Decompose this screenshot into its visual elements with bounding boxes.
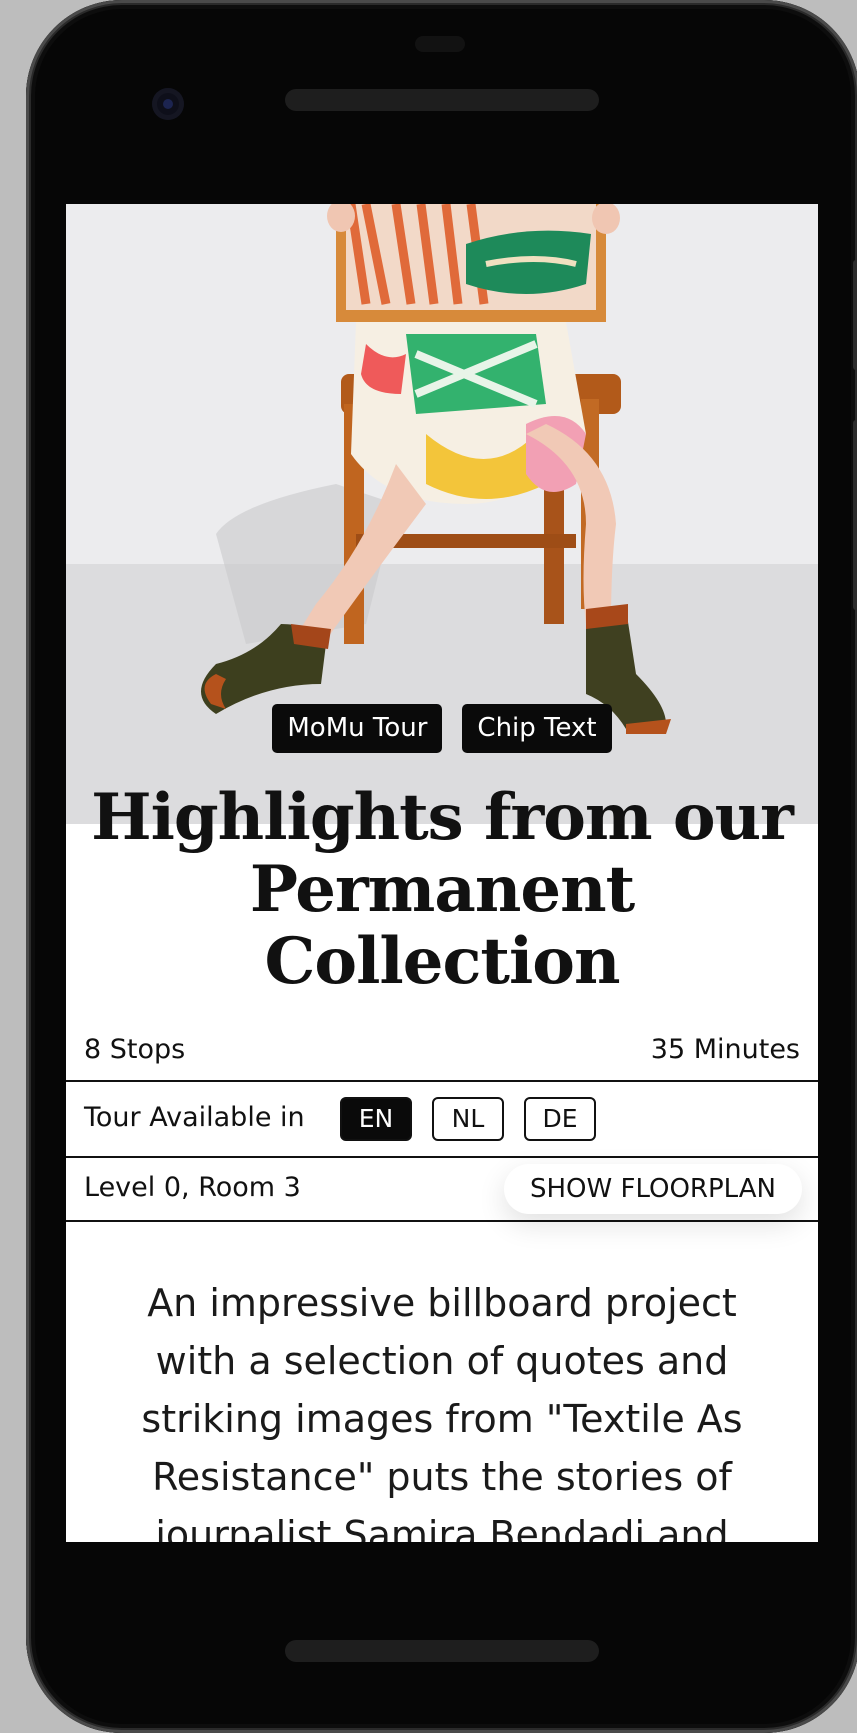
tour-description: An impressive billboard project with a s… bbox=[141, 1281, 743, 1542]
tour-stats-row: 8 Stops 35 Minutes bbox=[66, 1024, 818, 1082]
language-button-nl[interactable]: NL bbox=[432, 1097, 504, 1141]
show-floorplan-button[interactable]: SHOW FLOORPLAN bbox=[504, 1164, 802, 1214]
chip-momu-tour: MoMu Tour bbox=[272, 704, 443, 753]
earpiece-speaker bbox=[285, 89, 599, 111]
proximity-sensor bbox=[415, 36, 465, 52]
bottom-speaker bbox=[285, 1640, 599, 1662]
app-screen: MoMu Tour Chip Text Highlights from our … bbox=[66, 204, 818, 1542]
tour-duration: 35 Minutes bbox=[650, 1034, 800, 1065]
languages-row: Tour Available in EN NL DE bbox=[66, 1082, 818, 1158]
front-camera bbox=[152, 88, 184, 120]
stops-count: 8 Stops bbox=[84, 1034, 186, 1065]
volume-button bbox=[853, 420, 857, 610]
languages-label: Tour Available in bbox=[84, 1102, 305, 1133]
language-selector: EN NL DE bbox=[340, 1097, 596, 1141]
location-label: Level 0, Room 3 bbox=[84, 1172, 301, 1203]
language-button-de[interactable]: DE bbox=[524, 1097, 596, 1141]
power-button bbox=[853, 260, 857, 370]
tour-title: Highlights from our Permanent Collection bbox=[91, 780, 794, 999]
location-row: Level 0, Room 3 SHOW FLOORPLAN bbox=[66, 1158, 818, 1222]
chip-text: Chip Text bbox=[462, 704, 612, 753]
tour-chips: MoMu Tour Chip Text bbox=[66, 704, 818, 753]
language-button-en[interactable]: EN bbox=[340, 1097, 412, 1141]
